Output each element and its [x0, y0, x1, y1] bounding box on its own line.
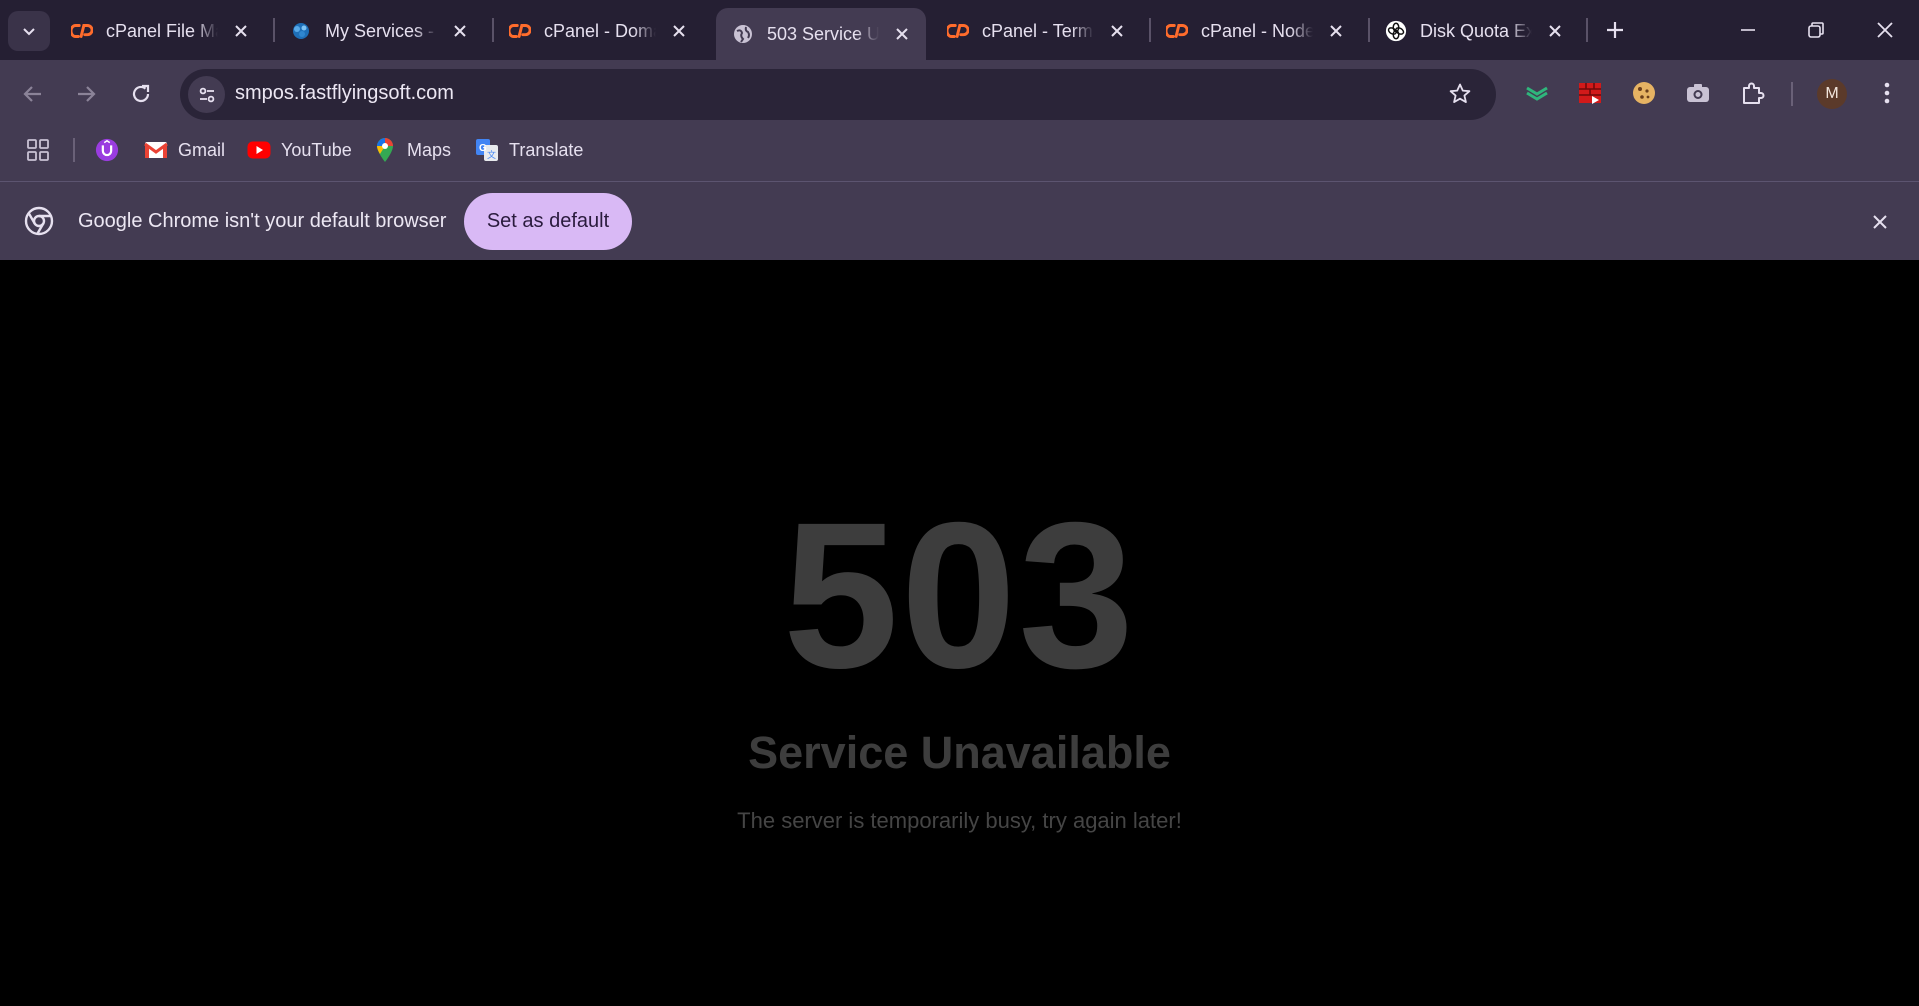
plus-icon: [1607, 22, 1623, 38]
close-icon[interactable]: [230, 20, 252, 42]
address-bar[interactable]: smpos.fastflyingsoft.com: [180, 69, 1496, 120]
extension-video-icon[interactable]: [1573, 76, 1607, 110]
cpanel-icon: [947, 20, 969, 42]
tab-cpanel-file-manager[interactable]: cPanel File Manager: [55, 7, 252, 55]
arrow-left-icon: [23, 86, 41, 102]
infobar-close-button[interactable]: [1866, 208, 1894, 236]
url-text[interactable]: smpos.fastflyingsoft.com: [235, 82, 454, 105]
tab-title: cPanel - Domains: [544, 20, 656, 41]
error-code: 503: [782, 480, 1137, 712]
minimize-button[interactable]: [1720, 8, 1776, 52]
error-title: Service Unavailable: [748, 727, 1171, 778]
extension-cookie-icon[interactable]: [1627, 76, 1661, 110]
close-icon[interactable]: [668, 20, 690, 42]
bookmark-label: Translate: [509, 139, 584, 160]
reload-button[interactable]: [121, 74, 161, 114]
extensions-puzzle-icon[interactable]: [1736, 76, 1770, 110]
toolbar-divider: [1791, 82, 1793, 106]
bookmark-label: Maps: [407, 139, 452, 160]
bookmark-translate[interactable]: G文 Translate: [475, 134, 583, 166]
site-info-button[interactable]: [188, 76, 225, 113]
close-icon[interactable]: [891, 23, 913, 45]
tab-cpanel-terminal[interactable]: cPanel - Terminal: [931, 7, 1128, 55]
tab-cpanel-node[interactable]: cPanel - Node: [1150, 7, 1347, 55]
hosting-provider-icon: [290, 20, 312, 42]
tab-title: cPanel - Terminal: [982, 20, 1094, 41]
back-button[interactable]: [13, 74, 53, 114]
arrow-right-icon: [78, 86, 96, 102]
extension-camera-icon[interactable]: [1681, 76, 1715, 110]
svg-text:文: 文: [487, 149, 496, 160]
new-tab-button[interactable]: [1598, 13, 1632, 47]
close-icon: [1873, 215, 1887, 229]
tab-disk-quota-exceeded[interactable]: Disk Quota Exceeded: [1369, 7, 1566, 55]
chrome-icon: [24, 206, 54, 236]
tune-icon: [199, 87, 214, 102]
bookmark-star-icon[interactable]: [1448, 82, 1472, 111]
more-menu-icon[interactable]: [1870, 76, 1904, 110]
apps-grid-icon: [26, 138, 50, 162]
youtube-icon: [247, 138, 271, 162]
translate-icon: G文: [475, 138, 499, 162]
bookmark-divider: [73, 138, 75, 162]
chevron-down-icon: [23, 28, 35, 36]
cpanel-icon: [1166, 20, 1188, 42]
tab-cpanel-domains[interactable]: cPanel - Domains: [493, 7, 690, 55]
bookmark-label: Gmail: [178, 139, 226, 160]
set-as-default-button[interactable]: Set as default: [464, 193, 632, 250]
globe-icon: [732, 23, 754, 45]
bookmark-extension-u[interactable]: [95, 134, 129, 166]
close-window-button[interactable]: [1857, 8, 1913, 52]
tab-divider: [1586, 18, 1588, 42]
close-icon[interactable]: [1106, 20, 1128, 42]
cpanel-icon: [71, 20, 93, 42]
tab-my-services[interactable]: My Services -: [274, 7, 471, 55]
extension-layers-icon[interactable]: [1520, 76, 1554, 110]
tab-title: My Services -: [325, 20, 435, 41]
svg-text:G: G: [479, 143, 487, 154]
tab-title: cPanel - Node: [1201, 20, 1313, 41]
profile-avatar[interactable]: M: [1817, 79, 1847, 109]
reload-icon: [132, 84, 150, 103]
tab-title: 503 Service Unavailable: [767, 23, 879, 44]
cpanel-icon: [509, 20, 531, 42]
infobar-message: Google Chrome isn't your default browser: [78, 210, 447, 232]
bookmark-youtube[interactable]: YouTube: [247, 134, 352, 166]
tab-503-service-unavailable[interactable]: 503 Service Unavailable: [716, 8, 926, 60]
minimize-icon: [1741, 29, 1755, 31]
close-icon[interactable]: [1544, 20, 1566, 42]
bookmark-label: YouTube: [281, 139, 352, 160]
extension-u-icon: [95, 138, 119, 162]
bookmark-gmail[interactable]: Gmail: [144, 134, 225, 166]
openai-icon: [1385, 20, 1407, 42]
gmail-icon: [144, 138, 168, 162]
maps-icon: [373, 138, 397, 162]
restore-icon: [1808, 22, 1824, 38]
close-icon[interactable]: [449, 20, 471, 42]
error-message: The server is temporarily busy, try agai…: [737, 808, 1182, 833]
close-icon[interactable]: [1325, 20, 1347, 42]
close-icon: [1877, 22, 1893, 38]
tab-search-button[interactable]: [8, 11, 50, 51]
bookmark-apps[interactable]: [26, 134, 60, 166]
bookmark-maps[interactable]: Maps: [373, 134, 451, 166]
forward-button[interactable]: [66, 74, 106, 114]
tab-title: Disk Quota Exceeded: [1420, 20, 1532, 41]
restore-button[interactable]: [1788, 8, 1844, 52]
tab-title: cPanel File Manager: [106, 20, 218, 41]
